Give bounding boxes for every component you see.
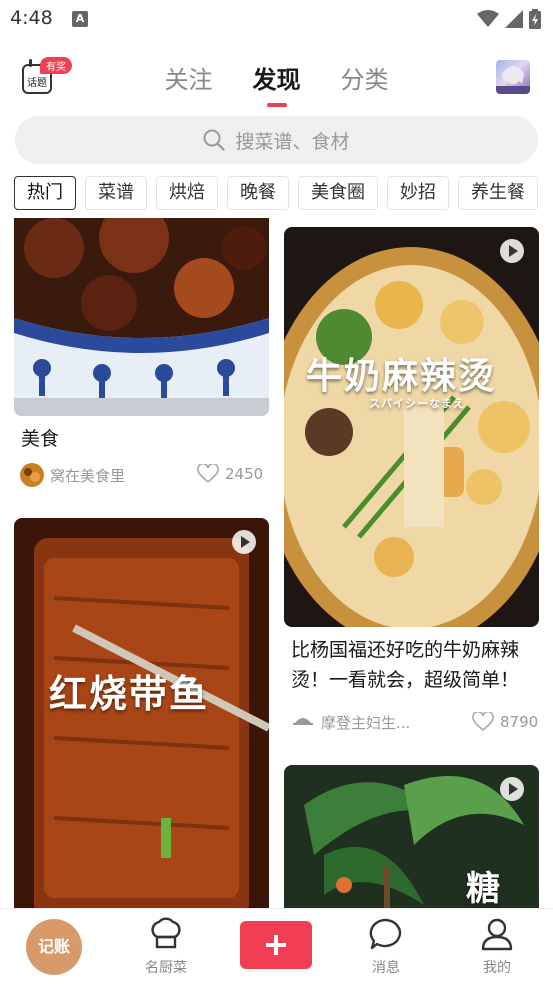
main-tabs: 关注 发现 分类: [0, 60, 553, 107]
author-avatar-icon: [293, 717, 313, 725]
notification-icon: A: [72, 11, 88, 27]
clock: 4:48: [10, 7, 53, 29]
like-count: 8790: [500, 713, 539, 731]
author-name: 窝在美食里: [50, 466, 126, 485]
status-bar: 4:48 A: [0, 0, 553, 38]
overlay-title-hotpot: 牛奶麻辣烫: [306, 356, 497, 397]
bottom-nav: 记账 名厨菜 消息 我的: [0, 908, 553, 984]
chip-health-meal[interactable]: 养生餐: [458, 176, 538, 210]
card-title-hotpot-line2: 烫！一看就会，超级简单！: [291, 669, 520, 691]
feed-card-image-braised-pork[interactable]: [14, 218, 269, 416]
search-bar[interactable]: 搜菜谱、食材: [15, 116, 538, 164]
nav-messages[interactable]: 消息: [351, 917, 421, 977]
chat-bubble-icon: [369, 918, 402, 950]
nav-messages-label: 消息: [372, 960, 400, 976]
bookkeeping-button[interactable]: 记账: [26, 919, 82, 975]
chip-recipes[interactable]: 菜谱: [85, 176, 147, 210]
chip-food-circle[interactable]: 美食圈: [298, 176, 378, 210]
card-author-food[interactable]: 窝在美食里: [20, 463, 125, 487]
nav-chef-label: 名厨菜: [145, 960, 187, 976]
feed-card-image-ribbonfish[interactable]: 红烧带鱼: [14, 518, 269, 908]
feed-card-image-sugar[interactable]: 糖: [284, 765, 539, 908]
tab-follow[interactable]: 关注: [165, 60, 213, 95]
author-name: 摩登主妇生...: [321, 714, 411, 732]
overlay-subtitle-hotpot: スパイシーなまえ: [369, 397, 465, 410]
nav-mine[interactable]: 我的: [462, 917, 532, 977]
overlay-title-ribbonfish: 红烧带鱼: [49, 672, 210, 716]
tab-discover[interactable]: 发现: [253, 60, 301, 107]
search-placeholder: 搜菜谱、食材: [235, 130, 350, 153]
video-play-icon: [500, 777, 524, 801]
category-chips: 热门 菜谱 烘焙 晚餐 美食圈 妙招 养生餐: [14, 176, 538, 212]
avatar-image: [496, 66, 530, 94]
feed-card-image-hotpot[interactable]: 牛奶麻辣烫 スパイシーなまえ: [284, 227, 539, 627]
like-button-hotpot[interactable]: 8790: [472, 712, 538, 732]
card-title-hotpot-line1: 比杨国福还好吃的牛奶麻辣: [291, 639, 520, 661]
like-button-food[interactable]: 2450: [197, 464, 263, 484]
card-author-hotpot[interactable]: 摩登主妇生...: [291, 712, 410, 733]
user-avatar[interactable]: [496, 60, 530, 94]
signal-icon: [505, 10, 523, 28]
heart-icon: [472, 712, 494, 732]
system-icons: [477, 9, 541, 29]
overlay-title-sugar: 糖: [466, 869, 502, 908]
chip-hot[interactable]: 热门: [14, 176, 76, 210]
chip-dinner[interactable]: 晚餐: [227, 176, 289, 210]
nav-chef-dishes[interactable]: 名厨菜: [131, 917, 201, 977]
chip-baking[interactable]: 烘焙: [156, 176, 218, 210]
app-screen: 4:48 A 话题 有奖 关注 发现 分类 搜菜谱、食材 热门 菜谱 烘焙 晚餐…: [0, 0, 553, 984]
author-avatar-icon: [20, 463, 44, 487]
like-count: 2450: [225, 465, 264, 483]
hotpot-image: [284, 227, 539, 627]
chef-hat-icon: [151, 917, 181, 949]
tab-category[interactable]: 分类: [341, 60, 389, 95]
search-icon: [203, 129, 226, 151]
top-header: 话题 有奖 关注 发现 分类: [0, 50, 553, 108]
wifi-icon: [477, 10, 499, 27]
heart-icon: [197, 464, 219, 484]
video-play-icon: [232, 530, 256, 554]
nav-mine-label: 我的: [483, 960, 511, 976]
battery-icon: [529, 9, 541, 29]
add-post-button[interactable]: [240, 921, 312, 969]
braised-pork-image: [14, 218, 269, 416]
chip-tips[interactable]: 妙招: [387, 176, 449, 210]
card-title-food[interactable]: 美食: [21, 424, 59, 454]
card-title-hotpot[interactable]: 比杨国福还好吃的牛奶麻辣 烫！一看就会，超级简单！: [291, 635, 546, 695]
discover-feed: 美食 窝在美食里 2450 红烧带鱼 牛奶麻辣烫 スパイシーなまえ 比杨国福还好…: [0, 218, 553, 908]
person-icon: [481, 918, 513, 951]
video-play-icon: [500, 239, 524, 263]
